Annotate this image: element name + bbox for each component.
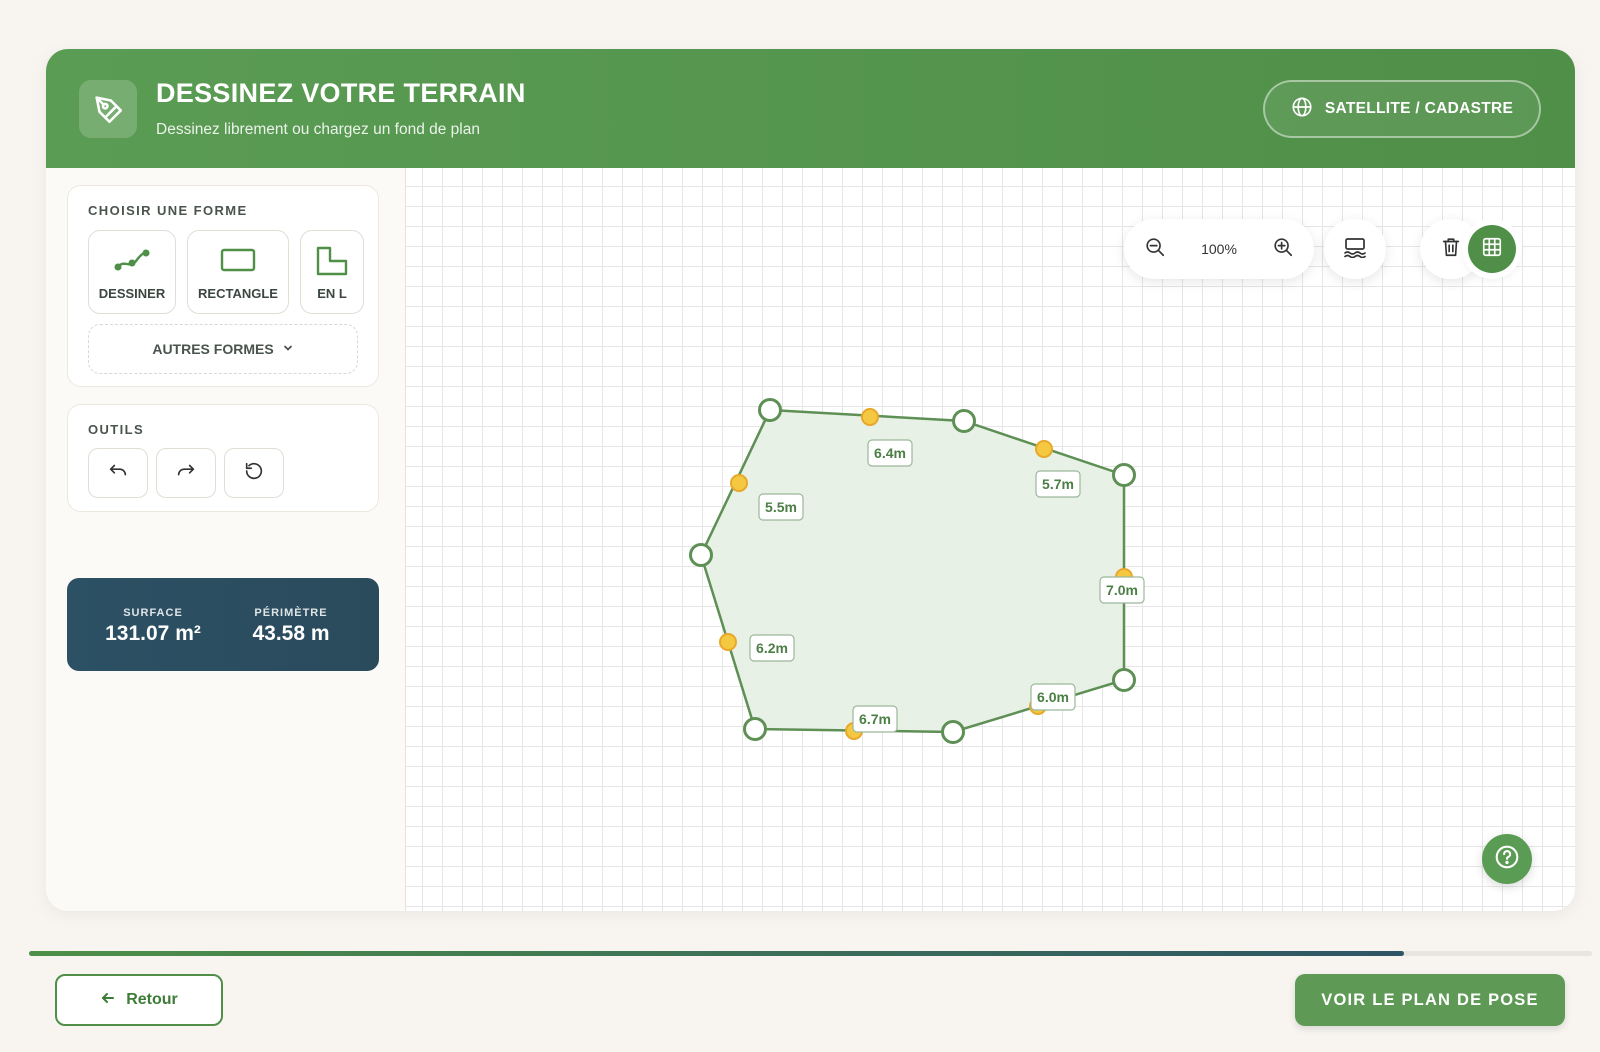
freehand-icon (89, 245, 175, 275)
edge-length-label: 6.2m (749, 634, 795, 662)
perimeter-value: 43.58 m (252, 622, 330, 645)
vertex-handle[interactable] (743, 717, 767, 741)
redo-button[interactable] (156, 448, 216, 498)
shape-l-label: EN L (317, 286, 347, 301)
arrow-left-icon (100, 990, 116, 1011)
satellite-cadastre-label: SATELLITE / CADASTRE (1324, 100, 1514, 117)
chevron-down-icon (282, 341, 294, 357)
stats-panel: SURFACE 131.07 m² PÉRIMÈTRE 43.58 m (67, 578, 379, 671)
edge-length-label: 6.4m (867, 439, 913, 467)
vertex-handle[interactable] (1112, 668, 1136, 692)
progress-bar (29, 951, 1592, 956)
undo-icon (107, 460, 129, 487)
back-button[interactable]: Retour (55, 974, 223, 1026)
pool-icon (1343, 236, 1367, 263)
drawing-canvas[interactable]: 6.4m 5.7m 7.0m 6.0m 6.7m 6.2m 5.5m 100% (406, 168, 1575, 911)
vertex-handle[interactable] (952, 409, 976, 433)
vertex-handle[interactable] (941, 720, 965, 744)
satellite-cadastre-button[interactable]: SATELLITE / CADASTRE (1263, 80, 1541, 138)
zoom-out-icon[interactable] (1144, 236, 1166, 263)
shape-rectangle-label: RECTANGLE (198, 286, 278, 301)
zoom-controls: 100% (1124, 219, 1314, 279)
surface-value: 131.07 m² (105, 622, 201, 645)
redo-icon (175, 460, 197, 487)
edge-length-text: 5.5m (765, 499, 797, 515)
terrain-plot[interactable]: 6.4m 5.7m 7.0m 6.0m 6.7m 6.2m 5.5m (406, 168, 1575, 911)
edge-midpoint-handle[interactable] (719, 633, 737, 651)
grid-toggle-button[interactable] (1468, 225, 1516, 273)
undo-button[interactable] (88, 448, 148, 498)
shape-l-button[interactable]: EN L (300, 230, 364, 314)
zoom-level: 100% (1201, 241, 1237, 257)
edge-length-label: 6.7m (852, 705, 898, 733)
view-layout-button[interactable]: VOIR LE PLAN DE POSE (1295, 974, 1565, 1026)
edge-midpoint-handle[interactable] (861, 408, 879, 426)
l-shape-icon (301, 245, 363, 277)
reset-button[interactable] (224, 448, 284, 498)
shapes-title: CHOISIR UNE FORME (88, 203, 248, 218)
vertex-handle[interactable] (689, 543, 713, 567)
perimeter-label: PÉRIMÈTRE (254, 607, 328, 619)
edge-length-text: 6.2m (756, 640, 788, 656)
edge-midpoint-handle[interactable] (730, 474, 748, 492)
surface-stat: SURFACE 131.07 m² (67, 578, 239, 671)
vertex-handle[interactable] (758, 398, 782, 422)
sidebar: CHOISIR UNE FORME DESSINER RECTANGLE EN … (46, 168, 406, 911)
shape-rectangle-button[interactable]: RECTANGLE (187, 230, 289, 314)
edge-midpoint-handle[interactable] (1035, 440, 1053, 458)
page-subtitle: Dessinez librement ou chargez un fond de… (156, 121, 480, 138)
shape-draw-label: DESSINER (98, 286, 166, 301)
edge-length-label: 5.7m (1035, 470, 1081, 498)
trash-icon (1440, 236, 1462, 263)
edge-length-label: 5.5m (758, 493, 804, 521)
edge-length-text: 5.7m (1042, 476, 1074, 492)
grid-icon (1481, 236, 1503, 263)
edge-length-text: 7.0m (1106, 582, 1138, 598)
more-shapes-label: AUTRES FORMES (152, 341, 274, 357)
header: DESSINEZ VOTRE TERRAIN Dessinez libremen… (46, 49, 1575, 168)
shape-draw-button[interactable]: DESSINER (88, 230, 176, 314)
main-card: DESSINEZ VOTRE TERRAIN Dessinez libremen… (46, 49, 1575, 911)
rectangle-icon (188, 245, 288, 275)
pool-button[interactable] (1324, 219, 1386, 279)
progress-fill (29, 951, 1405, 956)
back-label: Retour (126, 991, 178, 1008)
zoom-in-icon[interactable] (1272, 236, 1294, 263)
edge-length-text: 6.7m (859, 711, 891, 727)
help-icon (1494, 844, 1520, 875)
reset-icon (243, 460, 265, 487)
page-title: DESSINEZ VOTRE TERRAIN (156, 78, 526, 108)
help-button[interactable] (1482, 834, 1532, 884)
tools-title: OUTILS (88, 422, 145, 437)
globe-icon (1291, 96, 1313, 123)
shapes-panel: CHOISIR UNE FORME DESSINER RECTANGLE EN … (67, 185, 379, 387)
more-shapes-button[interactable]: AUTRES FORMES (88, 324, 358, 374)
perimeter-stat: PÉRIMÈTRE 43.58 m (223, 578, 359, 671)
edge-length-label: 6.0m (1030, 683, 1076, 711)
tools-panel: OUTILS (67, 404, 379, 512)
edge-length-text: 6.4m (874, 445, 906, 461)
vertex-handle[interactable] (1112, 463, 1136, 487)
edge-length-text: 6.0m (1037, 689, 1069, 705)
surface-label: SURFACE (123, 607, 183, 619)
edge-length-label: 7.0m (1099, 576, 1145, 604)
pen-tool-icon (79, 80, 137, 138)
